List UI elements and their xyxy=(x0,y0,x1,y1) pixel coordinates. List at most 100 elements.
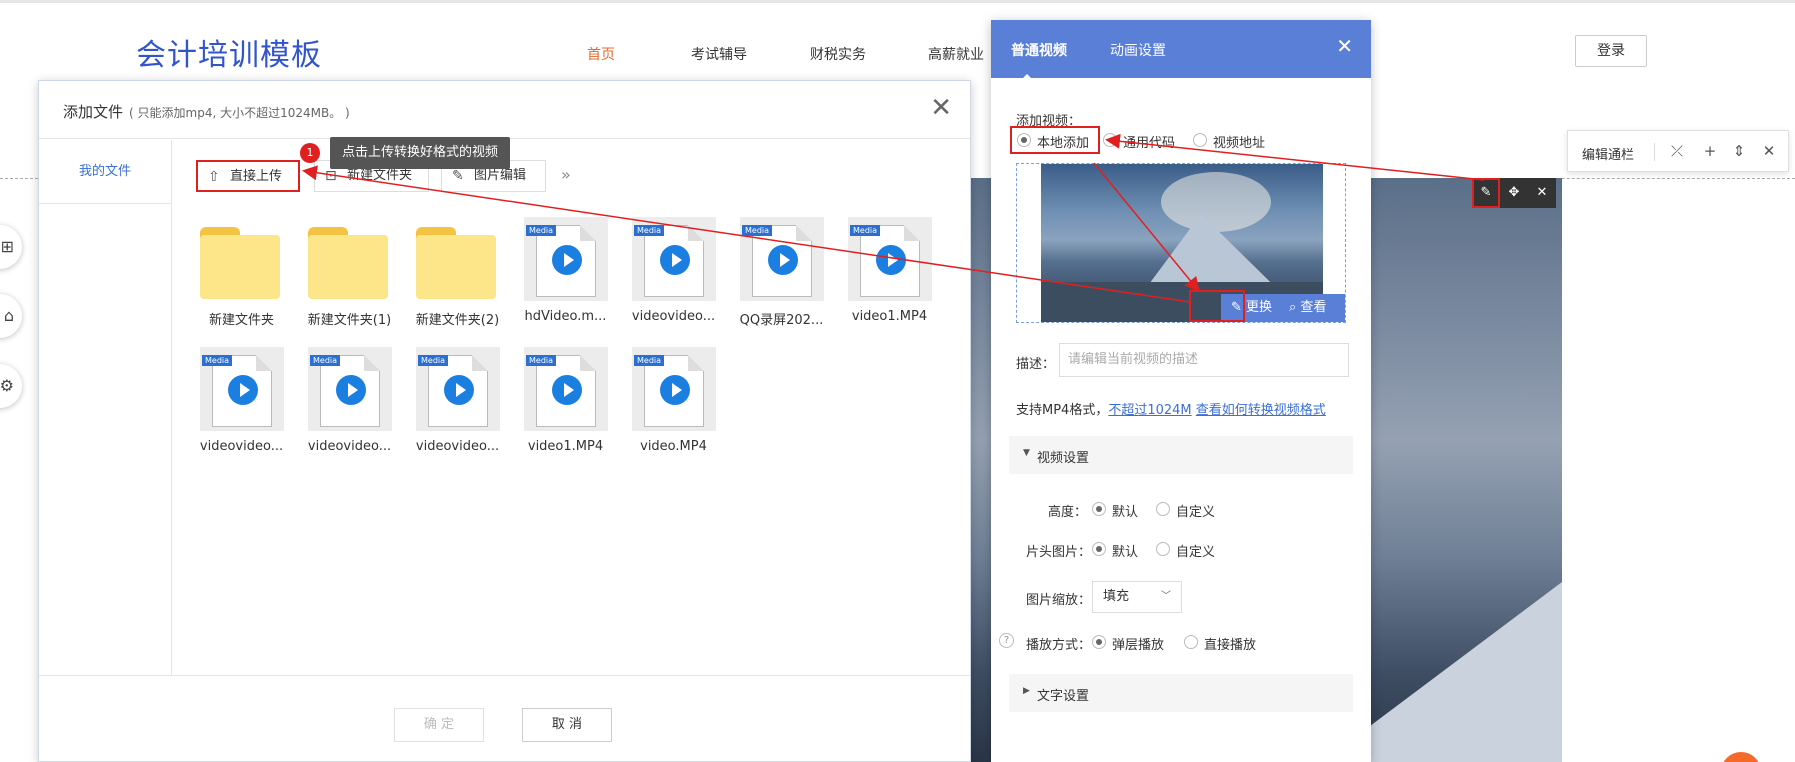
side-tool-button-3[interactable]: ⚙ xyxy=(0,364,22,408)
dialog-title-text: 添加文件 xyxy=(63,103,124,121)
upload-button[interactable]: ⇧ 直接上传 xyxy=(196,160,300,192)
media-tag: Media xyxy=(310,355,341,366)
edit-pencil-icon[interactable]: ✎ xyxy=(1472,178,1500,208)
radio-play-direct-label[interactable]: 直接播放 xyxy=(1204,634,1256,653)
file-name: 新建文件夹 xyxy=(208,313,274,328)
floating-action-button[interactable] xyxy=(1721,752,1761,762)
move-icon[interactable]: ✥ xyxy=(1500,178,1528,208)
tab-normal-video[interactable]: 普通视频 xyxy=(1011,40,1067,60)
play-mode-label: 播放方式： xyxy=(1026,638,1092,653)
scale-value: 填充 xyxy=(1103,589,1130,604)
radio-embed-code-label[interactable]: 通用代码 xyxy=(1123,132,1175,151)
sidebar-item-my-files[interactable]: 我的文件 xyxy=(39,140,171,204)
side-tool-button-1[interactable]: ⊞ xyxy=(0,225,22,269)
replace-label: 更换 xyxy=(1246,300,1273,315)
radio-height-custom[interactable] xyxy=(1156,502,1170,516)
upload-icon: ⇧ xyxy=(208,169,220,185)
confirm-button[interactable]: 确 定 xyxy=(394,708,484,742)
media-file-icon: Media xyxy=(524,217,608,301)
login-button[interactable]: 登录 xyxy=(1575,35,1647,67)
radio-play-popup-label[interactable]: 弹层播放 xyxy=(1112,634,1164,653)
video-preview: ✎ 更换 ⌕ 查看 xyxy=(1016,163,1346,323)
radio-video-url-label[interactable]: 视频地址 xyxy=(1213,132,1265,151)
view-button[interactable]: ⌕ 查看 xyxy=(1289,294,1326,322)
media-tag: Media xyxy=(202,355,233,366)
caret-right-icon: ▶ xyxy=(1023,686,1030,696)
radio-embed-code[interactable] xyxy=(1103,133,1117,147)
close-icon[interactable]: ✕ xyxy=(1336,36,1353,56)
description-input[interactable]: 请编辑当前视频的描述 xyxy=(1059,343,1349,377)
folder-icon xyxy=(308,227,388,299)
desc-label: 描述： xyxy=(1016,357,1056,372)
radio-cover-default[interactable] xyxy=(1092,542,1106,556)
radio-height-default-label[interactable]: 默认 xyxy=(1112,501,1138,520)
media-tag: Media xyxy=(526,225,557,236)
dialog-subtitle: ( 只能添加mp4, 大小不超过1024MB。 ) xyxy=(129,106,350,120)
height-label: 高度： xyxy=(1048,505,1088,520)
nav-jobs[interactable]: 高薪就业 xyxy=(928,44,984,64)
nav-exam[interactable]: 考试辅导 xyxy=(691,44,747,64)
add-icon[interactable]: + xyxy=(1699,140,1721,162)
close-icon[interactable]: ✕ xyxy=(1758,140,1780,162)
media-file-icon: Media xyxy=(200,347,284,431)
close-icon[interactable]: ✕ xyxy=(930,95,952,121)
cancel-button[interactable]: 取 消 xyxy=(522,708,612,742)
file-name: 新建文件夹(1) xyxy=(307,313,392,328)
dialog-header: 添加文件 ( 只能添加mp4, 大小不超过1024MB。 ) ✕ xyxy=(39,81,970,139)
module-mini-toolbar: ✎ ✥ ✕ xyxy=(1472,178,1556,208)
radio-video-url[interactable] xyxy=(1193,133,1207,147)
upload-label: 直接上传 xyxy=(230,169,283,184)
text-settings-title: 文字设置 xyxy=(1037,689,1090,704)
chevron-down-icon: ﹀ xyxy=(1161,591,1171,602)
media-file-icon: Media xyxy=(632,347,716,431)
add-file-dialog: 添加文件 ( 只能添加mp4, 大小不超过1024MB。 ) ✕ 我的文件 ⇧ 直接… xyxy=(38,80,971,762)
video-settings-panel: 普通视频 动画设置 ✕ 添加视频： 本地添加 通用代码 视频地址 ✎ 更换 ⌕ … xyxy=(991,20,1371,762)
radio-cover-custom[interactable] xyxy=(1156,542,1170,556)
more-chevron-icon[interactable]: » xyxy=(561,165,571,184)
radio-height-default[interactable] xyxy=(1092,502,1106,516)
help-icon[interactable]: ? xyxy=(999,633,1014,648)
media-tag: Media xyxy=(526,355,557,366)
shirt-icon: ⌂ xyxy=(3,306,14,325)
site-logo[interactable]: 会计培训模板 xyxy=(136,30,322,74)
step-badge: 1 xyxy=(300,143,320,163)
media-file-icon: Media xyxy=(308,347,392,431)
video-settings-section[interactable]: ▼ 视频设置 xyxy=(1009,436,1353,474)
media-file-icon: Media xyxy=(416,347,500,431)
radio-local-label[interactable]: 本地添加 xyxy=(1037,132,1089,151)
view-label: 查看 xyxy=(1300,300,1327,315)
section-edit-bar: 编辑通栏 ⤫ + ⇕ ✕ xyxy=(1567,130,1789,172)
scale-label: 图片缩放： xyxy=(1026,593,1092,608)
media-file-icon: Media xyxy=(632,217,716,301)
annotation-highlight xyxy=(1189,290,1245,322)
magic-wand-icon[interactable]: ⤫ xyxy=(1666,140,1688,162)
delete-icon[interactable]: ✕ xyxy=(1528,178,1556,208)
convert-help-link[interactable]: 查看如何转换视频格式 xyxy=(1196,403,1326,418)
tab-animation[interactable]: 动画设置 xyxy=(1110,40,1166,60)
media-tag: Media xyxy=(742,225,773,236)
media-tag: Media xyxy=(634,225,665,236)
gear-icon: ⚙ xyxy=(0,376,14,395)
dialog-footer: 确 定 取 消 xyxy=(39,675,970,762)
nav-tax[interactable]: 财税实务 xyxy=(810,44,866,64)
radio-local[interactable] xyxy=(1017,133,1031,147)
radio-play-direct[interactable] xyxy=(1184,635,1198,649)
radio-cover-custom-label[interactable]: 自定义 xyxy=(1176,541,1215,560)
media-file-icon: Media xyxy=(848,217,932,301)
grid-icon: ⊞ xyxy=(0,237,14,256)
folder-icon xyxy=(416,227,496,299)
text-settings-section[interactable]: ▶ 文字设置 xyxy=(1009,674,1353,712)
side-tool-button-2[interactable]: ⌂ xyxy=(0,294,22,338)
radio-play-popup[interactable] xyxy=(1092,635,1106,649)
scale-select[interactable]: 填充 ﹀ xyxy=(1092,581,1182,613)
move-updown-icon[interactable]: ⇕ xyxy=(1728,140,1750,162)
radio-cover-default-label[interactable]: 默认 xyxy=(1112,541,1138,560)
nav-home[interactable]: 首页 xyxy=(587,44,615,64)
support-format-text: 支持MP4格式， xyxy=(1016,403,1109,418)
size-limit-link[interactable]: 不超过1024M xyxy=(1108,403,1191,418)
folder-icon xyxy=(200,227,280,299)
file-name: 新建文件夹(2) xyxy=(415,313,500,328)
edit-section-label[interactable]: 编辑通栏 xyxy=(1582,144,1634,163)
radio-height-custom-label[interactable]: 自定义 xyxy=(1176,501,1215,520)
file-name: videovideo... xyxy=(199,439,284,454)
